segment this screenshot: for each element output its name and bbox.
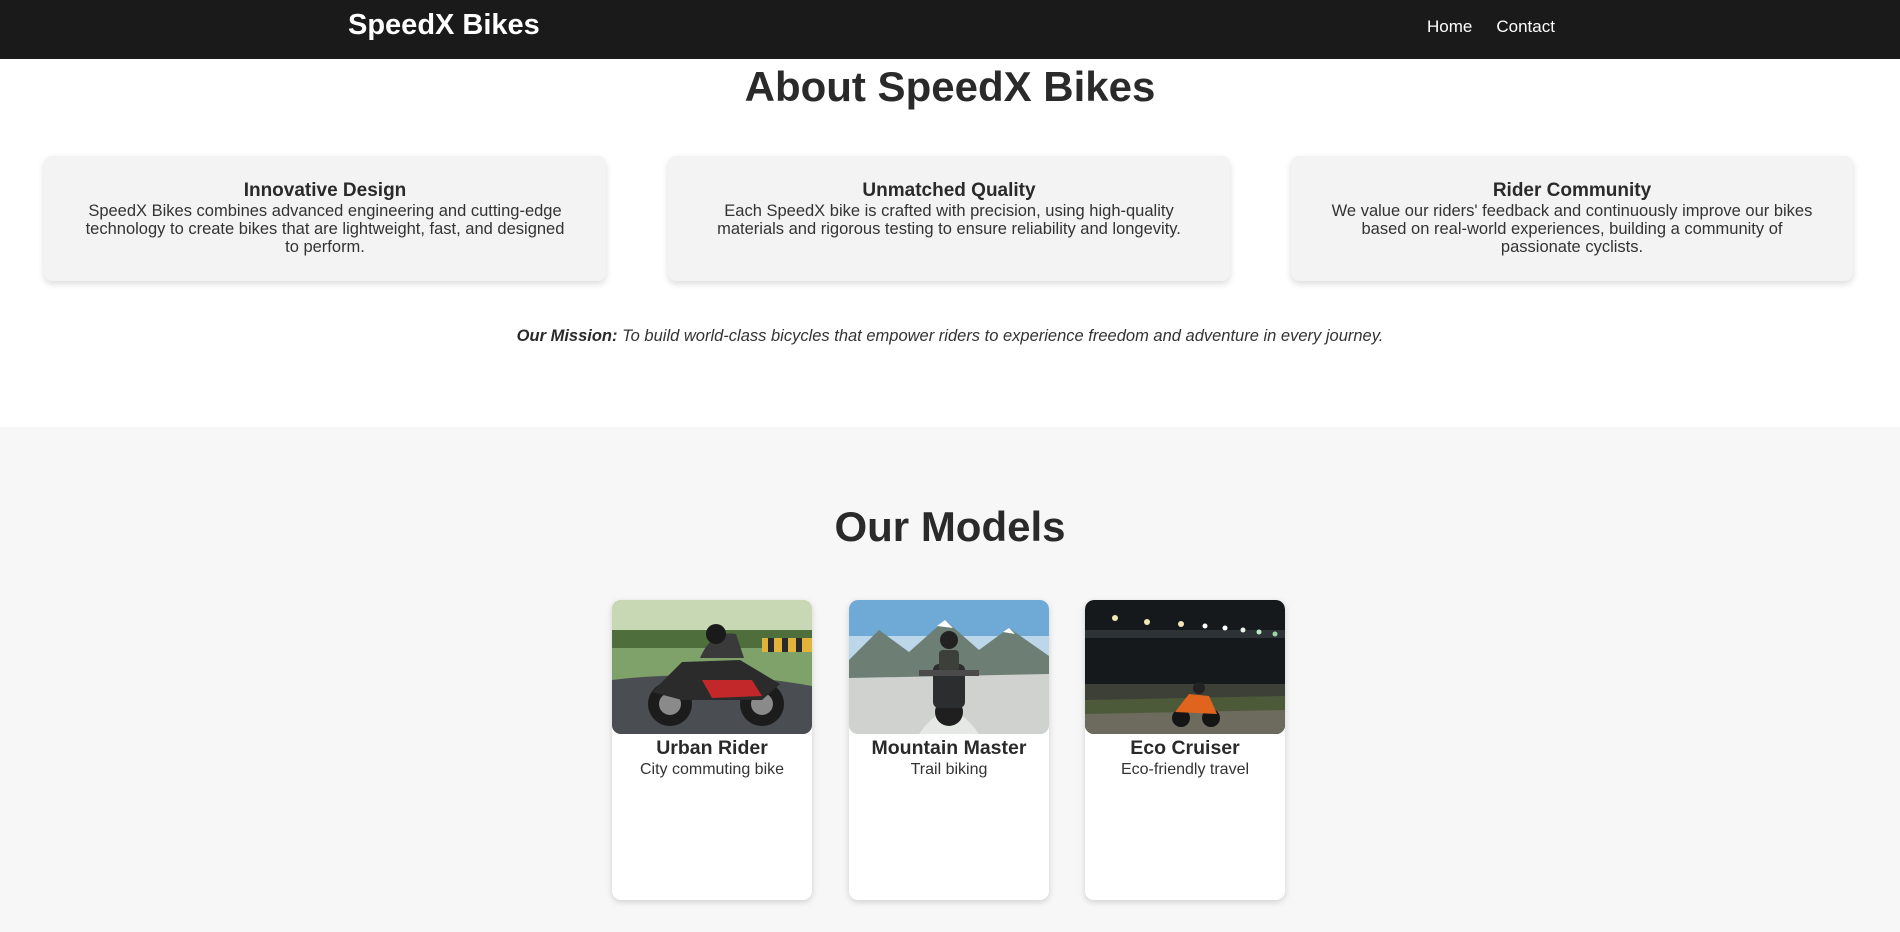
model-subtitle: Eco-friendly travel bbox=[1120, 761, 1250, 778]
nav-link-home[interactable]: Home bbox=[1427, 17, 1472, 37]
models-title: Our Models bbox=[834, 503, 1066, 550]
mission-label: Our Mission: bbox=[516, 327, 618, 345]
nav-links: Home Contact bbox=[1427, 17, 1555, 37]
model-card-eco-cruiser[interactable]: Eco Cruiser Eco-friendly travel bbox=[1085, 600, 1285, 900]
eco-cruiser-image bbox=[1085, 600, 1285, 734]
feature-title: Innovative Design bbox=[243, 180, 407, 201]
model-name: Urban Rider bbox=[656, 737, 768, 759]
feature-title: Unmatched Quality bbox=[862, 180, 1036, 201]
model-subtitle: City commuting bike bbox=[639, 761, 785, 778]
mission-statement: Our Mission: To build world-class bicycl… bbox=[0, 327, 1900, 346]
feature-title: Rider Community bbox=[1492, 180, 1652, 201]
model-subtitle: Trail biking bbox=[910, 761, 988, 778]
feature-description: We value our riders' feedback and contin… bbox=[1331, 202, 1813, 256]
about-section: About SpeedX Bikes Innovative Design Spe… bbox=[0, 59, 1900, 427]
mission-text: To build world-class bicycles that empow… bbox=[622, 327, 1384, 345]
feature-card-innovative-design: Innovative Design SpeedX Bikes combines … bbox=[44, 156, 606, 281]
feature-card-rider-community: Rider Community We value our riders' fee… bbox=[1291, 156, 1853, 281]
feature-card-unmatched-quality: Unmatched Quality Each SpeedX bike is cr… bbox=[668, 156, 1230, 281]
model-card-mountain-master[interactable]: Mountain Master Trail biking bbox=[849, 600, 1049, 900]
brand-logo[interactable]: SpeedX Bikes bbox=[348, 9, 540, 42]
top-navbar: SpeedX Bikes Home Contact bbox=[0, 0, 1900, 59]
about-title: About SpeedX Bikes bbox=[744, 63, 1156, 110]
feature-description: Each SpeedX bike is crafted with precisi… bbox=[717, 202, 1181, 238]
models-section: Our Models Urban Rider City commuting bi… bbox=[0, 427, 1900, 932]
model-name: Mountain Master bbox=[871, 737, 1027, 759]
feature-description: SpeedX Bikes combines advanced engineeri… bbox=[85, 202, 565, 256]
mountain-master-image bbox=[849, 600, 1049, 734]
model-name: Eco Cruiser bbox=[1130, 737, 1240, 759]
model-card-urban-rider[interactable]: Urban Rider City commuting bike bbox=[612, 600, 812, 900]
nav-link-contact[interactable]: Contact bbox=[1496, 17, 1555, 37]
urban-rider-image bbox=[612, 600, 812, 734]
